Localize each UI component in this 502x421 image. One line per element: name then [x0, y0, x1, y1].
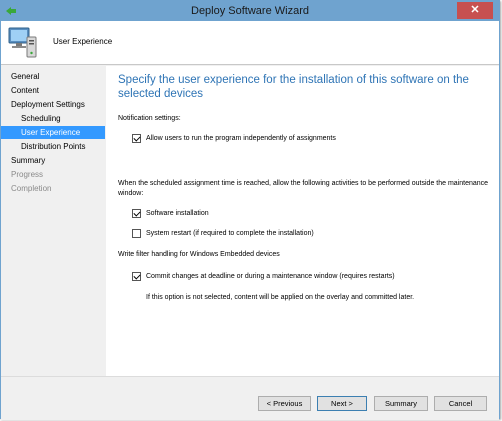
- summary-button[interactable]: Summary: [374, 396, 428, 411]
- title-bar[interactable]: Deploy Software Wizard ✕: [1, 1, 499, 21]
- allow-users-checkbox-row[interactable]: Allow users to run the program independe…: [132, 132, 336, 144]
- write-filter-label: Write filter handling for Windows Embedd…: [118, 251, 280, 258]
- close-button[interactable]: ✕: [457, 2, 493, 19]
- wizard-header: User Experience: [1, 21, 499, 65]
- nav-item-scheduling[interactable]: Scheduling: [1, 112, 105, 125]
- nav-item-progress: Progress: [11, 170, 44, 179]
- maintenance-window-label: When the scheduled assignment time is re…: [118, 180, 489, 197]
- wizard-nav: General Content Deployment Settings Sche…: [1, 66, 106, 420]
- nav-item-deployment-settings[interactable]: Deployment Settings: [1, 98, 105, 111]
- system-restart-checkbox[interactable]: [132, 228, 141, 238]
- wizard-window: Deploy Software Wizard ✕ User Experience…: [0, 0, 500, 420]
- window-title: Deploy Software Wizard: [191, 5, 309, 17]
- nav-item-summary[interactable]: Summary: [1, 154, 105, 167]
- nav-item-user-experience[interactable]: User Experience: [1, 126, 105, 139]
- software-install-label: Software installation: [146, 209, 209, 217]
- page-title: User Experience: [53, 37, 113, 46]
- allow-users-label: Allow users to run the program independe…: [146, 134, 336, 142]
- section-heading: Specify the user experience for the inst…: [118, 74, 469, 100]
- wizard-footer: < Previous Next > Summary Cancel: [1, 376, 499, 420]
- software-install-checkbox-row[interactable]: Software installation: [132, 207, 209, 219]
- software-install-checkbox[interactable]: [132, 208, 141, 218]
- commit-changes-checkbox-row[interactable]: Commit changes at deadline or during a m…: [132, 270, 395, 282]
- computer-icon: [8, 27, 37, 58]
- commit-note: If this option is not selected, content …: [146, 294, 415, 301]
- nav-item-content[interactable]: Content: [1, 84, 105, 97]
- nav-item-distribution-points[interactable]: Distribution Points: [1, 140, 105, 153]
- next-button[interactable]: Next >: [317, 396, 367, 411]
- previous-button[interactable]: < Previous: [258, 396, 311, 411]
- nav-item-general[interactable]: General: [1, 70, 105, 83]
- notification-settings-label: Notification settings:: [118, 115, 181, 122]
- nav-item-completion: Completion: [11, 184, 52, 193]
- content-panel: Specify the user experience for the inst…: [106, 66, 499, 376]
- allow-users-checkbox[interactable]: [132, 133, 141, 143]
- system-restart-checkbox-row[interactable]: System restart (if required to complete …: [132, 227, 314, 239]
- system-restart-label: System restart (if required to complete …: [146, 229, 314, 237]
- commit-changes-checkbox[interactable]: [132, 271, 141, 281]
- cancel-button[interactable]: Cancel: [434, 396, 487, 411]
- commit-changes-label: Commit changes at deadline or during a m…: [146, 272, 395, 280]
